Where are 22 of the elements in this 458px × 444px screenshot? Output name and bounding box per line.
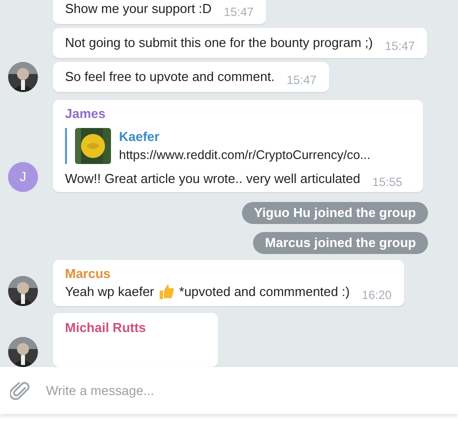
paperclip-icon[interactable] <box>10 380 30 402</box>
avatar: J <box>8 162 38 192</box>
service-message: Marcus joined the group <box>253 232 428 254</box>
sender-name: Marcus <box>65 265 112 283</box>
sender-name: Michail Rutts <box>65 319 147 337</box>
message-time: 15:47 <box>224 4 254 21</box>
link-title[interactable]: Kaefer <box>119 128 370 146</box>
message-input[interactable]: Write a message... <box>46 380 458 400</box>
message-time: 16:20 <box>362 287 392 304</box>
thumbs-up-icon <box>158 283 176 300</box>
message-time: 15:55 <box>372 174 402 191</box>
message-time: 15:47 <box>286 72 317 89</box>
message-text: So feel free to upvote and comment. <box>65 68 275 86</box>
message-text: Not going to submit this one for the bounty program ;) <box>65 34 373 52</box>
sender-name: James <box>65 105 106 123</box>
message-text: *upvoted and commmented :) <box>179 283 350 301</box>
message-text: Show me your support :D <box>65 0 212 18</box>
message-text: Yeah wp kaefer <box>65 283 154 301</box>
message-time: 15:47 <box>384 38 415 55</box>
link-url[interactable]: https://www.reddit.com/r/CryptoCurrency/co... <box>119 146 370 164</box>
service-message: Yiguo Hu joined the group <box>242 202 428 224</box>
message-text: Wow!! Great article you wrote.. very well articulated <box>65 170 360 188</box>
